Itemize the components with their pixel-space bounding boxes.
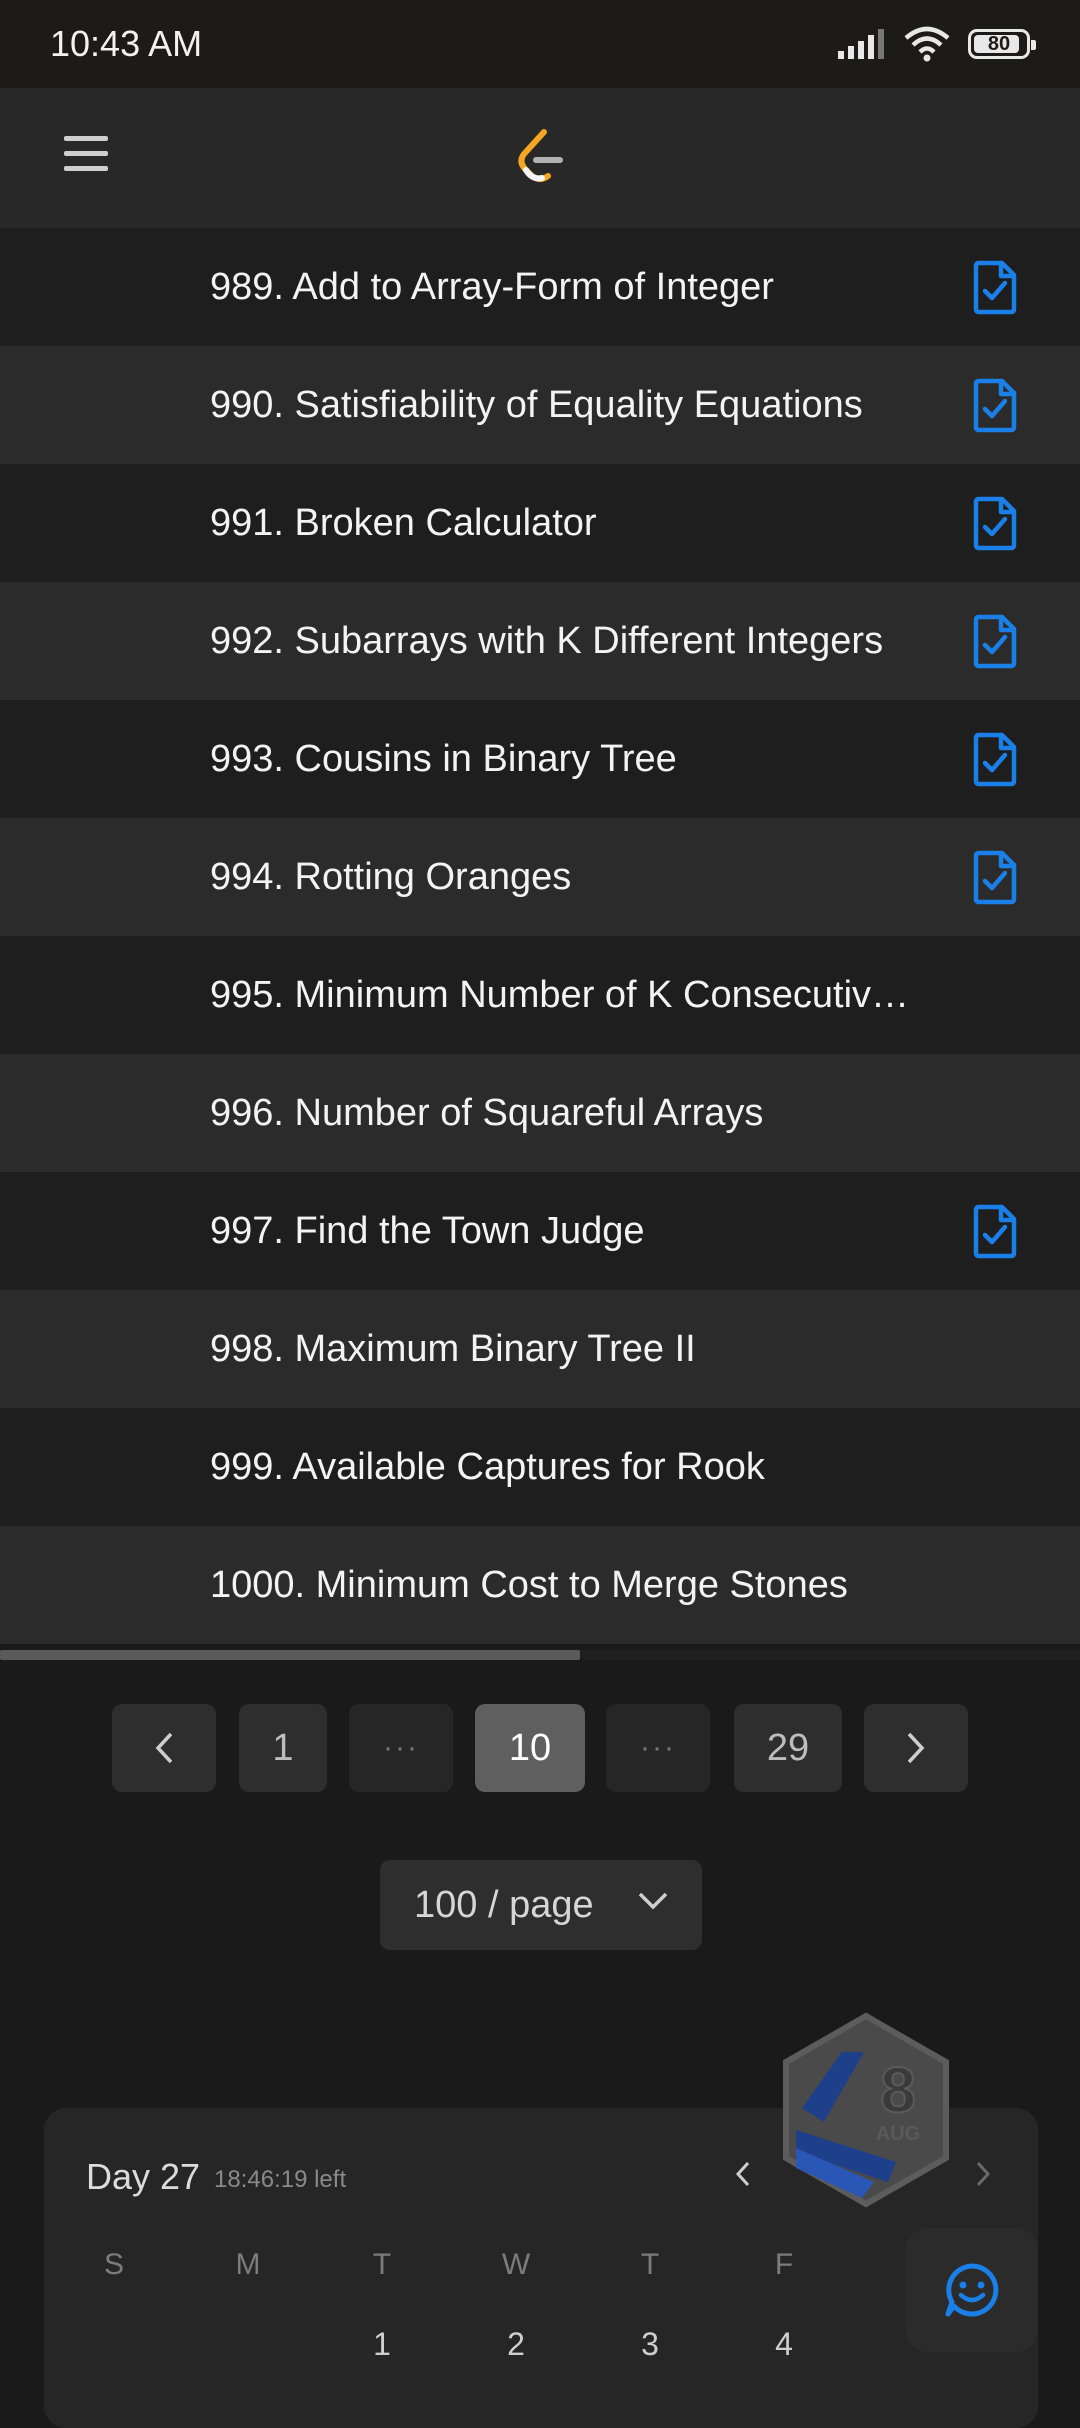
solved-document-check-icon [973, 496, 1017, 551]
page-size-select[interactable]: 100 / page [380, 1860, 702, 1950]
problem-row[interactable]: 999. Available Captures for Rook [0, 1408, 1080, 1526]
problem-title[interactable]: 995. Minimum Number of K Consecutiv… [210, 974, 909, 1017]
problem-row[interactable]: 995. Minimum Number of K Consecutiv… [0, 936, 1080, 1054]
problem-row[interactable]: 996. Number of Squareful Arrays [0, 1054, 1080, 1172]
page-ellipsis-right[interactable]: ··· [606, 1704, 710, 1792]
problem-row[interactable]: 994. Rotting Oranges [0, 818, 1080, 936]
problem-row[interactable]: 993. Cousins in Binary Tree [0, 700, 1080, 818]
status-icons: 80 [838, 26, 1036, 62]
battery-level: 80 [987, 32, 1011, 55]
scrollbar-thumb[interactable] [0, 1650, 580, 1660]
solved-document-check-icon [973, 378, 1017, 433]
problem-list: 989. Add to Array-Form of Integer 990. Sa… [0, 228, 1080, 1644]
signal-icon [838, 29, 884, 59]
solved-document-check-icon [973, 614, 1017, 669]
problem-row[interactable]: 992. Subarrays with K Different Integers [0, 582, 1080, 700]
status-time: 10:43 AM [50, 23, 203, 64]
problem-row[interactable]: 997. Find the Town Judge [0, 1172, 1080, 1290]
wifi-icon [904, 26, 950, 62]
calendar-day-label: Day 27 [86, 2156, 201, 2197]
page-button-current[interactable]: 10 [475, 1704, 585, 1792]
page-button-first[interactable]: 1 [239, 1704, 327, 1792]
weekday-label: F [774, 2248, 794, 2281]
problem-row[interactable]: 990. Satisfiability of Equality Equation… [0, 346, 1080, 464]
weekday-label: S [103, 2248, 124, 2281]
prev-page-button[interactable] [112, 1704, 216, 1792]
problem-title[interactable]: 990. Satisfiability of Equality Equation… [210, 384, 863, 427]
chevron-left-icon [155, 1732, 173, 1764]
calendar-date[interactable]: 3 [620, 2326, 680, 2363]
solved-document-check-icon [973, 850, 1017, 905]
battery-icon: 80 [968, 29, 1036, 59]
problem-row[interactable]: 991. Broken Calculator [0, 464, 1080, 582]
solved-document-check-icon [973, 732, 1017, 787]
chevron-right-icon [907, 1732, 925, 1764]
next-page-button[interactable] [864, 1704, 968, 1792]
feedback-button[interactable] [906, 2228, 1038, 2352]
calendar-date[interactable]: 1 [352, 2326, 412, 2363]
badge-month: AUG [876, 2123, 920, 2145]
calendar-date[interactable]: 2 [486, 2326, 546, 2363]
page-button-last[interactable]: 29 [734, 1704, 842, 1792]
app-header [0, 88, 1080, 228]
problem-title[interactable]: 999. Available Captures for Rook [210, 1446, 765, 1489]
problem-title[interactable]: 993. Cousins in Binary Tree [210, 738, 677, 781]
problem-title[interactable]: 992. Subarrays with K Different Integers [210, 620, 883, 663]
horizontal-scrollbar[interactable] [0, 1650, 1080, 1660]
problem-title[interactable]: 991. Broken Calculator [210, 502, 597, 545]
problem-row[interactable]: 989. Add to Array-Form of Integer [0, 228, 1080, 346]
weekday-label: T [372, 2248, 392, 2281]
problem-title[interactable]: 1000. Minimum Cost to Merge Stones [210, 1564, 848, 1607]
chat-smile-icon [945, 2263, 999, 2317]
problem-row[interactable]: 998. Maximum Binary Tree II [0, 1290, 1080, 1408]
problem-title[interactable]: 994. Rotting Oranges [210, 856, 571, 899]
chevron-down-icon [638, 1892, 668, 1910]
problem-title[interactable]: 997. Find the Town Judge [210, 1210, 645, 1253]
solved-document-check-icon [973, 1204, 1017, 1259]
monthly-badge-icon[interactable]: 8 AUG [778, 2012, 954, 2208]
problem-title[interactable]: 989. Add to Array-Form of Integer [210, 266, 774, 309]
status-bar: 10:43 AM 80 [0, 0, 1080, 88]
problem-title[interactable]: 996. Number of Squareful Arrays [210, 1092, 763, 1135]
weekday-label: M [235, 2248, 261, 2281]
pagination: 1 ··· 10 ··· 29 [0, 1704, 1080, 1792]
weekday-label: T [640, 2248, 660, 2281]
calendar-date[interactable]: 4 [754, 2326, 814, 2363]
solved-document-check-icon [973, 260, 1017, 315]
leetcode-logo-icon[interactable] [508, 126, 572, 190]
problem-row[interactable]: 1000. Minimum Cost to Merge Stones [0, 1526, 1080, 1644]
calendar-next-month-icon[interactable] [974, 2160, 992, 2188]
calendar-prev-month-icon[interactable] [734, 2160, 752, 2188]
page-ellipsis-left[interactable]: ··· [349, 1704, 453, 1792]
problem-title[interactable]: 998. Maximum Binary Tree II [210, 1328, 696, 1371]
weekday-label: W [501, 2248, 531, 2281]
hamburger-menu-icon[interactable] [64, 136, 108, 180]
calendar-time-left: 18:46:19 left [214, 2166, 347, 2193]
page-size-label: 100 / page [414, 1883, 594, 1926]
badge-day: 8 [880, 2054, 916, 2126]
